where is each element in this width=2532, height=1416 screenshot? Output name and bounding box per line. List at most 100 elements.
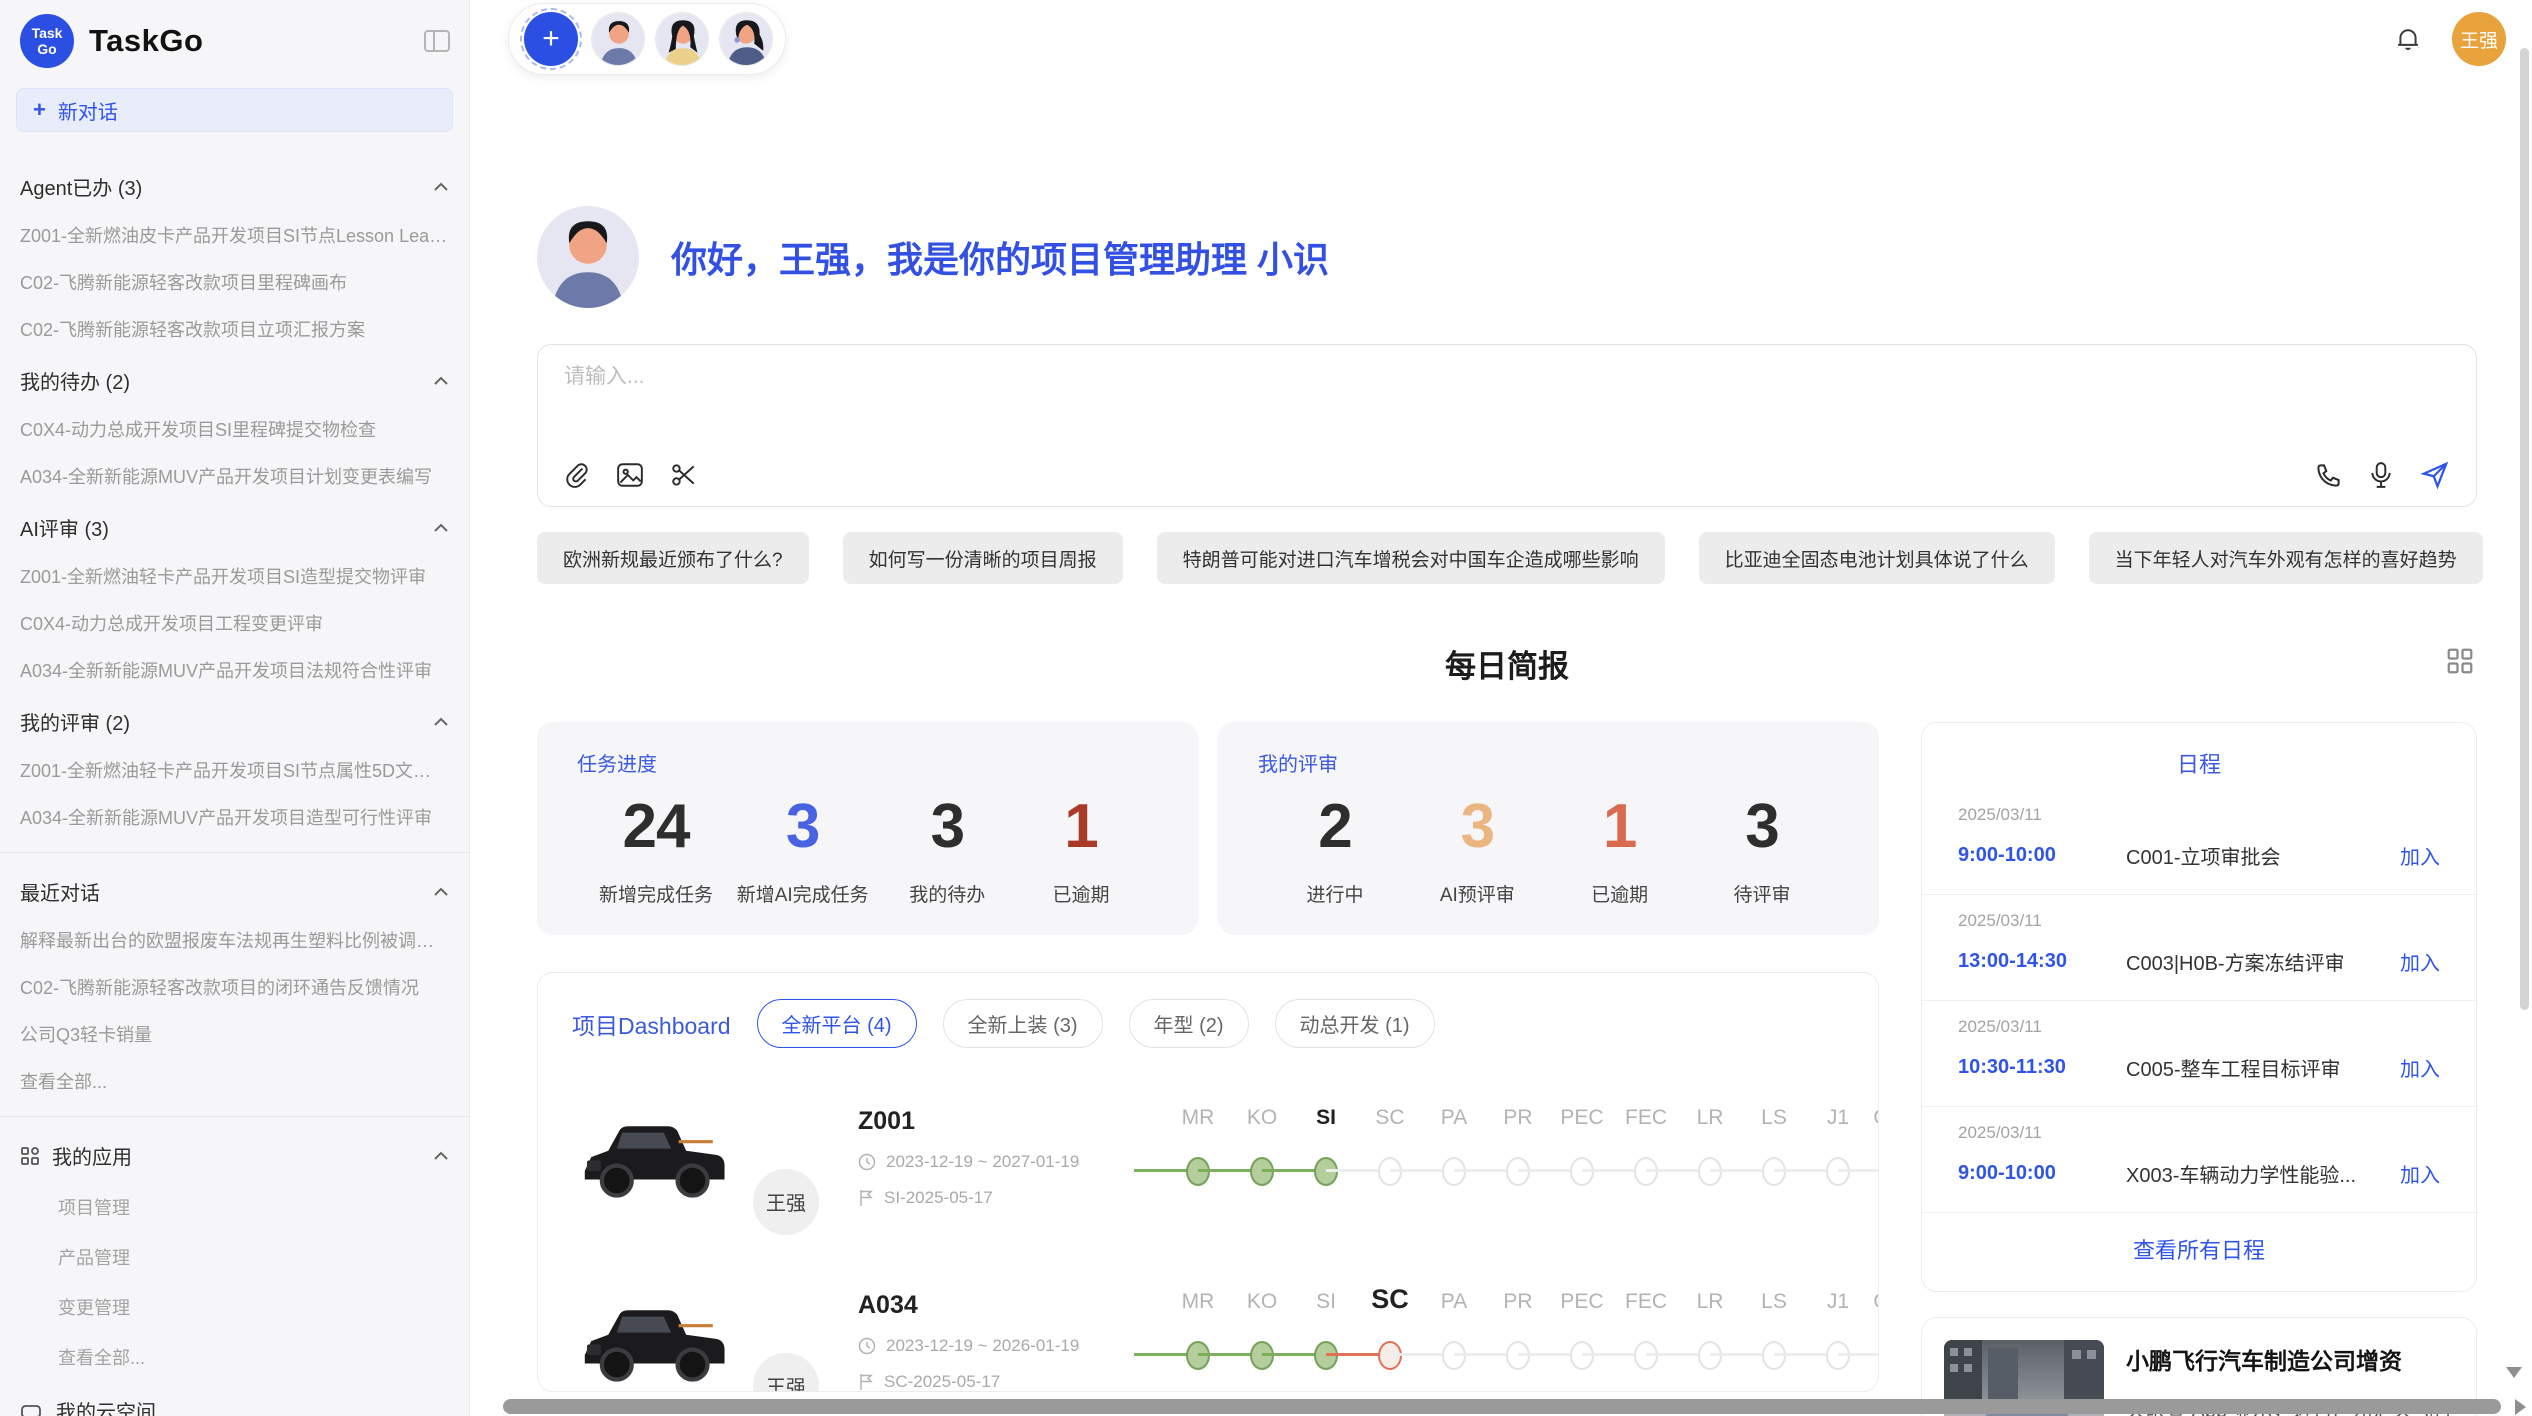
list-item[interactable]: A034-全新新能源MUV产品开发项目造型可行性评审 [20,804,449,830]
suggestion-chip[interactable]: 当下年轻人对汽车外观有怎样的喜好趋势 [2089,532,2483,584]
scroll-down-arrow[interactable] [2506,1367,2522,1378]
milestone-label: SC [1358,1284,1422,1315]
dashboard-header: 项目Dashboard 全新平台 (4) 全新上装 (3) 年型 (2) 动总开… [572,999,1844,1048]
sidebar-item-cloud-space[interactable]: 我的云空间 [20,1396,449,1416]
attachment-icon[interactable] [564,461,590,489]
add-agent-button[interactable]: + [524,12,578,66]
list-item[interactable]: 解释最新出台的欧盟报废车法规再生塑料比例被调至15%... [20,927,449,953]
chevron-up-icon[interactable] [433,1144,449,1167]
layout-grid-icon[interactable] [2445,646,2475,676]
list-item[interactable]: C0X4-动力总成开发项目SI里程碑提交物检查 [20,416,449,442]
schedule-event: C005-整车工程目标评审 [2126,1053,2400,1082]
filter-pill-new-body[interactable]: 全新上装 (3) [943,999,1103,1048]
list-item[interactable]: C0X4-动力总成开发项目工程变更评审 [20,610,449,636]
vertical-scrollbar[interactable] [2520,48,2529,1010]
chevron-up-icon[interactable] [433,175,449,198]
app-logo: Task Go [20,14,74,68]
flag-icon [858,1373,874,1391]
send-icon[interactable] [2420,460,2450,490]
section-my-todo[interactable]: 我的待办 (2) [20,366,449,395]
truck-image [572,1105,732,1205]
agent-avatar[interactable] [719,12,773,66]
phone-call-icon[interactable] [2315,462,2342,489]
truck-image [572,1289,732,1389]
stat-cards-row: 任务进度 24 新增完成任务 3 新增AI完成任务 [537,722,1879,935]
list-item[interactable]: C02-飞腾新能源轻客改款项目的闭环通告反馈情况 [20,974,449,1000]
notification-bell-icon[interactable] [2394,25,2422,53]
milestone-label: MR [1166,1106,1230,1130]
project-row[interactable]: 王强 A034 2023-12-19 ~ 2026-01-19 [572,1266,1844,1392]
message-input[interactable] [564,365,2450,389]
screenshot-scissors-icon[interactable] [670,461,698,489]
chevron-up-icon[interactable] [433,710,449,733]
schedule-time: 13:00-14:30 [1958,950,2126,973]
schedule-date: 2025/03/11 [1958,1123,2440,1143]
section-agent-done[interactable]: Agent已办 (3) [20,172,449,201]
list-item[interactable]: 公司Q3轻卡销量 [20,1021,449,1047]
section-recent-chats[interactable]: 最近对话 [20,877,449,906]
stat-value: 24 [599,791,713,862]
project-dates: 2023-12-19 ~ 2026-01-19 [858,1336,1132,1356]
scroll-right-arrow[interactable] [2515,1399,2526,1415]
greeting-block: 你好，王强，我是你的项目管理助理 小识 [537,206,2477,308]
section-my-apps[interactable]: 我的应用 [20,1141,449,1170]
list-item[interactable]: Z001-全新燃油轻卡产品开发项目SI节点属性5D文件评审 [20,757,449,783]
join-link[interactable]: 加入 [2400,1159,2440,1188]
new-chat-button[interactable]: + 新对话 [16,88,453,132]
milestone-label: MR [1166,1290,1230,1314]
microphone-icon[interactable] [2368,461,2394,489]
divider [0,852,469,853]
project-code: Z001 [858,1107,1132,1136]
plus-icon: + [542,22,560,56]
project-media: 王强 [572,1105,832,1210]
join-link[interactable]: 加入 [2400,841,2440,870]
stat-label: 我的待办 [892,880,1002,907]
project-row[interactable]: 王强 Z001 2023-12-19 ~ 2027-01-19 [572,1082,1844,1232]
suggestion-chip[interactable]: 如何写一份清晰的项目周报 [843,532,1123,584]
horizontal-scrollbar[interactable] [503,1399,2501,1414]
list-item[interactable]: C02-飞腾新能源轻客改款项目里程碑画布 [20,269,449,295]
sidebar-item-product-mgmt[interactable]: 产品管理 [58,1244,449,1270]
plus-icon: + [33,97,46,123]
image-upload-icon[interactable] [616,462,644,488]
assistant-avatar [537,206,639,308]
collapse-sidebar-icon[interactable] [423,28,451,54]
list-item[interactable]: Z001-全新燃油轻卡产品开发项目SI造型提交物评审 [20,563,449,589]
card-title: 任务进度 [577,748,1158,777]
view-all-link[interactable]: 查看全部... [58,1344,449,1370]
divider [0,1116,469,1117]
view-all-link[interactable]: 查看全部... [20,1068,449,1094]
filter-pill-powertrain[interactable]: 动总开发 (1) [1275,999,1435,1048]
section-title: 我的应用 [52,1141,132,1170]
filter-pill-all-new-platform[interactable]: 全新平台 (4) [757,999,917,1048]
suggestion-chip[interactable]: 欧洲新规最近颁布了什么? [537,532,809,584]
stat-value: 3 [1422,791,1532,862]
agent-avatar[interactable] [591,12,645,66]
suggestion-chip[interactable]: 特朗普可能对进口汽车增税会对中国车企造成哪些影响 [1157,532,1665,584]
user-avatar[interactable]: 王强 [2452,12,2506,66]
view-all-schedule-link[interactable]: 查看所有日程 [1922,1233,2476,1265]
chevron-up-icon[interactable] [433,516,449,539]
sidebar-item-change-mgmt[interactable]: 变更管理 [58,1294,449,1320]
date-range: 2023-12-19 ~ 2026-01-19 [886,1336,1079,1356]
section-ai-review[interactable]: AI评审 (3) [20,513,449,542]
sidebar-item-project-mgmt[interactable]: 项目管理 [58,1194,449,1220]
list-item[interactable]: C02-飞腾新能源轻客改款项目立项汇报方案 [20,316,449,342]
chevron-up-icon[interactable] [433,880,449,903]
daily-left-column: 任务进度 24 新增完成任务 3 新增AI完成任务 [537,722,1879,1416]
agent-avatar[interactable] [655,12,709,66]
sidebar-item-label: 我的云空间 [56,1396,156,1416]
list-item[interactable]: A034-全新新能源MUV产品开发项目计划变更表编写 [20,463,449,489]
milestone-label: PEC [1550,1106,1614,1130]
chevron-up-icon[interactable] [433,369,449,392]
list-item[interactable]: A034-全新新能源MUV产品开发项目法规符合性评审 [20,657,449,683]
join-link[interactable]: 加入 [2400,947,2440,976]
section-title: 我的评审 (2) [20,707,130,736]
filter-pill-model-year[interactable]: 年型 (2) [1129,999,1249,1048]
stat-value: 3 [1707,791,1817,862]
section-my-review[interactable]: 我的评审 (2) [20,707,449,736]
suggestion-chip[interactable]: 比亚迪全固态电池计划具体说了什么 [1699,532,2055,584]
list-item[interactable]: Z001-全新燃油皮卡产品开发项目SI节点Lesson Learn报告 [20,222,449,248]
milestone-label: SI [1294,1290,1358,1314]
join-link[interactable]: 加入 [2400,1053,2440,1082]
